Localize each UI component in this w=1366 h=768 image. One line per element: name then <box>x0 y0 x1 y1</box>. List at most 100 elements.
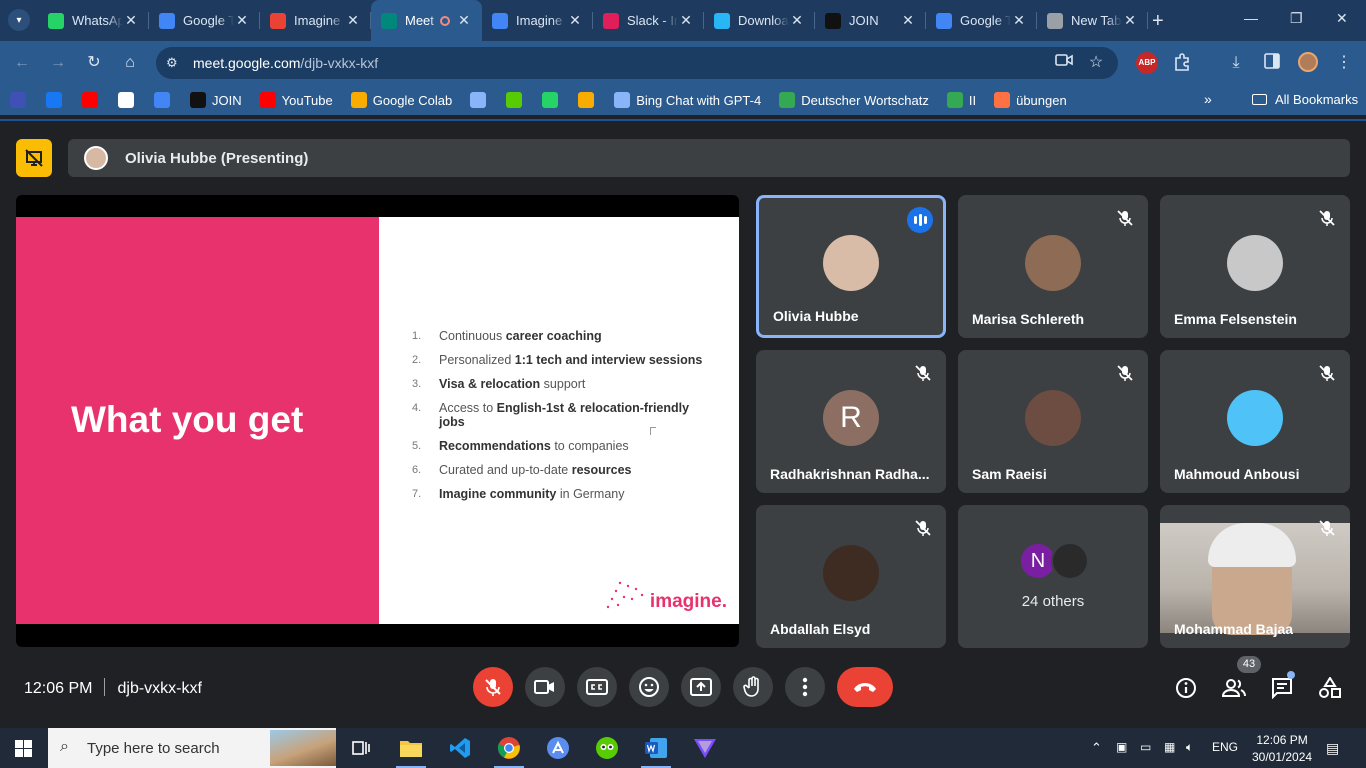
taskbar-search-box[interactable]: ⌕ Type here to search <box>48 728 336 768</box>
close-window-icon[interactable]: ✕ <box>1336 10 1348 27</box>
app-store-icon[interactable] <box>545 736 571 760</box>
browser-tab[interactable]: Meet ✕ <box>371 0 482 41</box>
bookmark-item[interactable]: Deutscher Wortschatz <box>779 92 929 108</box>
participant-tile[interactable]: Sam Raeisi <box>958 350 1148 493</box>
activities-icon[interactable] <box>1318 676 1342 700</box>
others-tile[interactable]: N 24 others <box>958 505 1148 648</box>
tray-app-icon[interactable]: ▣ <box>1116 740 1127 754</box>
restore-icon[interactable]: ❐ <box>1290 10 1303 27</box>
microphone-toggle-button[interactable] <box>473 667 513 707</box>
raise-hand-button[interactable] <box>733 667 773 707</box>
forward-icon[interactable]: → <box>48 53 68 73</box>
bookmark-item[interactable] <box>118 92 140 108</box>
bookmark-item[interactable] <box>506 92 528 108</box>
volume-icon[interactable]: 🔈︎ <box>1186 740 1193 755</box>
taskbar-clock[interactable]: 12:06 PM 30/01/2024 <box>1252 732 1312 766</box>
participant-tile[interactable]: Emma Felsenstein <box>1160 195 1350 338</box>
more-options-button[interactable] <box>785 667 825 707</box>
video-person-cap <box>1208 523 1296 567</box>
language-indicator[interactable]: ENG <box>1212 740 1238 754</box>
participant-tile[interactable]: Mahmoud Anbousi <box>1160 350 1350 493</box>
extensions-icon[interactable] <box>1172 53 1192 73</box>
close-tab-icon[interactable]: ✕ <box>1011 12 1027 29</box>
close-tab-icon[interactable]: ✕ <box>789 12 805 29</box>
bookmark-item[interactable]: II <box>946 92 976 108</box>
vscode-icon[interactable] <box>447 736 473 760</box>
bookmark-item[interactable] <box>542 92 564 108</box>
close-tab-icon[interactable]: ✕ <box>123 12 139 29</box>
reactions-button[interactable] <box>629 667 669 707</box>
home-icon[interactable]: ⌂ <box>120 53 140 73</box>
participant-tile[interactable]: Olivia Hubbe <box>756 195 946 338</box>
battery-icon[interactable]: ▭ <box>1140 740 1151 754</box>
tray-chevron-icon[interactable]: ⌃ <box>1091 740 1102 756</box>
participant-name: Mahmoud Anbousi <box>1174 466 1300 482</box>
bookmark-item[interactable]: YouTube <box>259 92 333 108</box>
bookmark-item[interactable] <box>46 92 68 108</box>
close-tab-icon[interactable]: ✕ <box>567 12 583 29</box>
browser-tab[interactable]: JOIN ✕ <box>815 0 926 41</box>
video-tile[interactable]: Mohammad Bajaa <box>1160 505 1350 648</box>
bookmark-item[interactable] <box>82 92 104 108</box>
bookmark-item[interactable]: Google Colab <box>350 92 452 108</box>
captions-button[interactable] <box>577 667 617 707</box>
close-tab-icon[interactable]: ✕ <box>1122 12 1138 29</box>
close-tab-icon[interactable]: ✕ <box>678 12 694 29</box>
bookmark-item[interactable] <box>10 92 32 108</box>
browser-tab[interactable]: WhatsApp✕ <box>38 0 149 41</box>
address-bar[interactable]: ⚙ meet.google.com/djb-vxkx-kxf ☆ <box>156 47 1118 79</box>
new-tab-button[interactable]: + <box>1152 10 1164 33</box>
app-triangle-icon[interactable] <box>692 736 718 760</box>
browser-tab[interactable]: Google Translate✕ <box>149 0 260 41</box>
browser-tab[interactable]: New Tab ✕ <box>1037 0 1148 41</box>
reload-icon[interactable]: ↻ <box>84 53 104 73</box>
duolingo-icon[interactable] <box>594 736 620 760</box>
bookmark-item[interactable]: JOIN <box>190 92 242 108</box>
browser-tab[interactable]: Download✕ <box>704 0 815 41</box>
close-tab-icon[interactable]: ✕ <box>234 12 250 29</box>
menu-kebab-icon[interactable]: ⋮ <box>1334 53 1354 73</box>
participant-tile[interactable]: Marisa Schlereth <box>958 195 1148 338</box>
close-tab-icon[interactable]: ✕ <box>900 12 916 29</box>
bookmark-item[interactable] <box>578 92 600 108</box>
chat-icon[interactable] <box>1270 676 1294 700</box>
browser-tab[interactable]: Imagine ✕ <box>482 0 593 41</box>
adblock-icon[interactable]: ABP <box>1136 52 1158 74</box>
site-info-icon[interactable]: ⚙ <box>166 55 178 71</box>
notifications-icon[interactable]: ▤ <box>1326 740 1339 757</box>
logo-wordmark: imagine. <box>649 591 727 612</box>
people-icon[interactable] <box>1222 676 1246 700</box>
participant-tile[interactable]: Abdallah Elsyd <box>756 505 946 648</box>
browser-tab[interactable]: Google Translate✕ <box>926 0 1037 41</box>
bookmark-item[interactable]: Bing Chat with GPT-4 <box>614 92 761 108</box>
browser-tab[interactable]: Imagine ✕ <box>260 0 371 41</box>
all-bookmarks-button[interactable]: All Bookmarks <box>1252 92 1358 107</box>
leave-call-button[interactable] <box>837 667 893 707</box>
meeting-details-icon[interactable] <box>1174 676 1198 700</box>
minimize-icon[interactable]: — <box>1244 10 1258 26</box>
network-icon[interactable]: ▦ <box>1164 740 1175 754</box>
stop-presenting-icon[interactable] <box>16 139 52 177</box>
back-icon[interactable]: ← <box>12 53 32 73</box>
present-now-button[interactable] <box>681 667 721 707</box>
side-panel-icon[interactable] <box>1262 53 1282 73</box>
task-view-icon[interactable] <box>348 736 374 760</box>
profile-avatar[interactable] <box>1298 52 1318 72</box>
more-bookmarks-chevron-icon[interactable]: » <box>1204 91 1212 107</box>
word-icon[interactable] <box>641 736 671 768</box>
downloads-icon[interactable]: ⤓ <box>1226 53 1246 73</box>
bookmark-item[interactable] <box>154 92 176 108</box>
camera-toggle-button[interactable] <box>525 667 565 707</box>
bookmark-star-icon[interactable]: ☆ <box>1086 53 1106 73</box>
chrome-icon[interactable] <box>494 736 524 768</box>
windows-start-icon[interactable] <box>15 740 32 757</box>
file-explorer-icon[interactable] <box>396 736 426 768</box>
close-tab-icon[interactable]: ✕ <box>345 12 361 29</box>
participant-tile[interactable]: R Radhakrishnan Radha... <box>756 350 946 493</box>
close-tab-icon[interactable]: ✕ <box>456 12 472 29</box>
bookmark-item[interactable] <box>470 92 492 108</box>
camera-blocked-icon[interactable] <box>1054 53 1074 73</box>
browser-tab[interactable]: Slack - Imagine✕ <box>593 0 704 41</box>
tab-search-button[interactable]: ▾ <box>8 9 30 31</box>
bookmark-item[interactable]: übungen <box>994 92 1067 108</box>
